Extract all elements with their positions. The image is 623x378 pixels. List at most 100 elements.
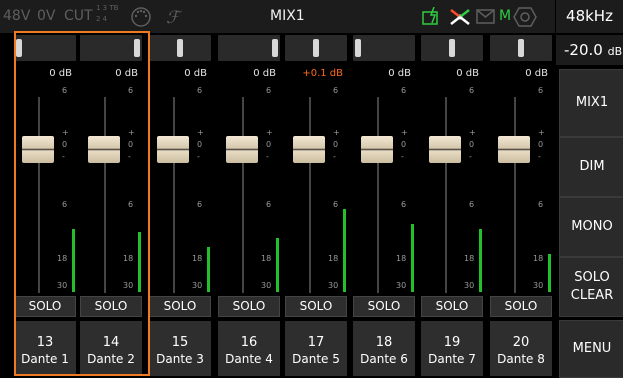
pan-control[interactable] [80, 35, 142, 61]
scale-mid: 6 [401, 200, 407, 209]
function-icon: ℱ [166, 8, 183, 28]
scale-minus: - [401, 152, 404, 161]
scale-zero: 0 [333, 140, 339, 149]
channel-strip: +0.1 dB 6 + 0 - 6 18 30 SOLO 17 Dante 5 [285, 35, 347, 376]
channel-name-button[interactable]: 20 Dante 8 [490, 321, 552, 376]
fader-track[interactable] [309, 97, 311, 293]
pan-knob[interactable] [449, 39, 455, 57]
channel-name: Dante 6 [360, 352, 408, 366]
solo-button[interactable]: SOLO [353, 296, 415, 317]
scale-zero: 0 [266, 140, 272, 149]
scale-minus: - [469, 152, 472, 161]
channel-name: Dante 3 [156, 352, 204, 366]
scale-mid: 6 [62, 200, 68, 209]
scale-bottom: 30 [57, 281, 68, 290]
pan-knob[interactable] [518, 39, 524, 57]
solo-button[interactable]: SOLO [218, 296, 280, 317]
pan-control[interactable] [421, 35, 483, 61]
channel-name-button[interactable]: 14 Dante 2 [80, 321, 142, 376]
channel-strip: 0 dB 6 + 0 - 6 18 30 SOLO 16 Dante 4 [218, 35, 280, 376]
dim-button[interactable]: DIM [559, 137, 623, 197]
pan-knob[interactable] [177, 39, 183, 57]
scale-low: 18 [533, 254, 544, 263]
svg-text:ℱ: ℱ [166, 8, 183, 28]
scale-minus: - [128, 152, 131, 161]
pan-knob[interactable] [134, 39, 140, 57]
page-title: MIX1 [270, 8, 305, 24]
mono-button[interactable]: MONO [559, 197, 623, 257]
channel-name-button[interactable]: 15 Dante 3 [149, 321, 211, 376]
fader-track[interactable] [104, 97, 106, 293]
scale-mid: 6 [266, 200, 272, 209]
solo-clear-button[interactable]: SOLO CLEAR [559, 257, 623, 317]
scale-minus: - [333, 152, 336, 161]
pan-control[interactable] [14, 35, 76, 61]
pan-control[interactable] [149, 35, 211, 61]
scale-bottom: 30 [261, 281, 272, 290]
solo-button[interactable]: SOLO [285, 296, 347, 317]
solo-button[interactable]: SOLO [421, 296, 483, 317]
scale-low: 18 [123, 254, 134, 263]
scale-minus: - [62, 152, 65, 161]
pan-control[interactable] [490, 35, 552, 61]
solo-button[interactable]: SOLO [490, 296, 552, 317]
scale-plus: + [62, 128, 69, 137]
fader-handle[interactable] [22, 136, 54, 163]
scale-bottom: 30 [328, 281, 339, 290]
fader-handle[interactable] [429, 136, 461, 163]
gain-label: 0 dB [456, 68, 479, 79]
pan-knob[interactable] [355, 39, 361, 57]
solo-button[interactable]: SOLO [149, 296, 211, 317]
channel-name: Dante 8 [497, 352, 545, 366]
status-bar: 48V 0V CUT 1 3 TB 2 4 ℱ MIX1 M [0, 0, 555, 33]
pan-control[interactable] [285, 35, 347, 61]
fader-handle[interactable] [498, 136, 530, 163]
fader-handle[interactable] [157, 136, 189, 163]
fader-handle[interactable] [88, 136, 120, 163]
channel-strip: 0 dB 6 + 0 - 6 18 30 SOLO 20 Dante 8 [490, 35, 552, 376]
pan-control[interactable] [218, 35, 280, 61]
scale-zero: 0 [538, 140, 544, 149]
menu-button[interactable]: MENU [559, 320, 623, 378]
settings-icon [513, 7, 537, 27]
fader-track[interactable] [173, 97, 175, 293]
scale-bottom: 30 [123, 281, 134, 290]
level-meter [343, 209, 346, 292]
master-level[interactable]: -20.0 dB [556, 35, 623, 65]
fader-handle[interactable] [226, 136, 258, 163]
channel-name-button[interactable]: 17 Dante 5 [285, 321, 347, 376]
cut-sub-top: 1 3 TB [96, 4, 119, 12]
channel-strip: 0 dB 6 + 0 - 6 18 30 SOLO 18 Dante 6 [353, 35, 415, 376]
scale-top: 6 [333, 86, 339, 95]
scale-bottom: 30 [464, 281, 475, 290]
level-meter [138, 232, 141, 292]
channel-name-button[interactable]: 19 Dante 7 [421, 321, 483, 376]
fader-handle[interactable] [293, 136, 325, 163]
pan-knob[interactable] [313, 39, 319, 57]
fader-track[interactable] [38, 97, 40, 293]
scale-zero: 0 [197, 140, 203, 149]
cut-sub-bottom: 2 4 [96, 15, 108, 23]
fader-track[interactable] [377, 97, 379, 293]
pan-knob[interactable] [16, 39, 22, 57]
fader-track[interactable] [514, 97, 516, 293]
solo-button[interactable]: SOLO [14, 296, 76, 317]
gain-label: 0 dB [525, 68, 548, 79]
channel-name-button[interactable]: 13 Dante 1 [14, 321, 76, 376]
fader-track[interactable] [445, 97, 447, 293]
mix1-button[interactable]: MIX1 [559, 69, 623, 137]
channel-strip: 0 dB 6 + 0 - 6 18 30 SOLO 15 Dante 3 [149, 35, 211, 376]
scale-top: 6 [401, 86, 407, 95]
fader-handle[interactable] [361, 136, 393, 163]
pan-knob[interactable] [272, 39, 278, 57]
pan-control[interactable] [353, 35, 415, 61]
channel-name-button[interactable]: 18 Dante 6 [353, 321, 415, 376]
scale-plus: + [266, 128, 273, 137]
scale-low: 18 [464, 254, 475, 263]
solo-button[interactable]: SOLO [80, 296, 142, 317]
channel-name-button[interactable]: 16 Dante 4 [218, 321, 280, 376]
channel-strip: 0 dB 6 + 0 - 6 18 30 SOLO 13 Dante 1 [14, 35, 76, 376]
scale-minus: - [197, 152, 200, 161]
scale-zero: 0 [128, 140, 134, 149]
fader-track[interactable] [242, 97, 244, 293]
